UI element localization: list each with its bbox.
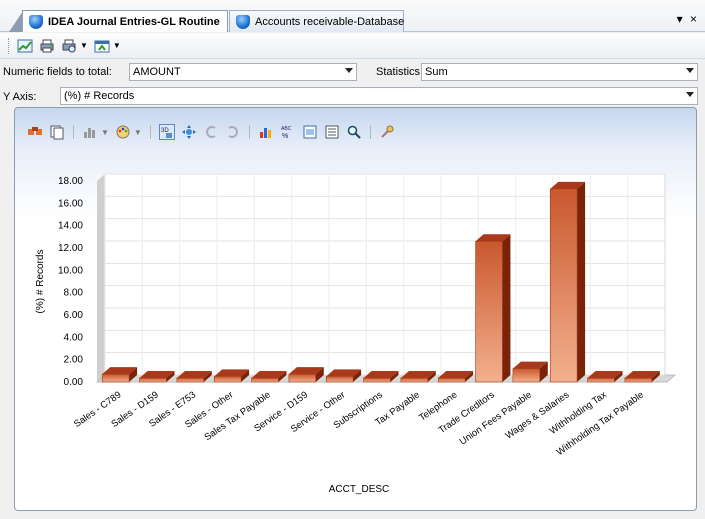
- numeric-fields-label: Numeric fields to total:: [3, 66, 112, 78]
- database-icon: [236, 14, 250, 29]
- y-tick-label: 8.00: [64, 288, 84, 299]
- bar: [437, 377, 466, 383]
- print-preview-icon[interactable]: [61, 38, 77, 54]
- tab-label: IDEA Journal Entries-GL Routine: [48, 15, 220, 28]
- y-tick-label: 10.00: [58, 265, 83, 276]
- y-tick-label: 4.00: [64, 332, 84, 343]
- y-tick-label: 14.00: [58, 221, 83, 232]
- y-axis-select[interactable]: (%) # Records: [60, 87, 698, 105]
- bar-side: [577, 181, 586, 382]
- chevron-down-icon[interactable]: ▼: [80, 41, 88, 50]
- x-tick-label: Sales Tax Payable: [203, 389, 273, 443]
- bar: [325, 376, 354, 383]
- bar: [288, 373, 317, 383]
- left-wall: [97, 174, 105, 382]
- chart-grid: [95, 173, 677, 383]
- statistics-label: Statistics:: [376, 66, 424, 78]
- numeric-fields-select[interactable]: AMOUNT: [129, 63, 357, 81]
- x-axis-ticks: Sales - C789Sales - D159Sales - E753Sale…: [72, 389, 646, 458]
- bar-side: [502, 234, 511, 382]
- document-tab-strip: IDEA Journal Entries-GL Routine Accounts…: [0, 0, 705, 32]
- bar: [101, 373, 130, 383]
- bar: [139, 377, 167, 383]
- print-icon[interactable]: [39, 38, 55, 54]
- y-axis-label: Y Axis:: [3, 91, 37, 103]
- numeric-fields-value: AMOUNT: [133, 66, 181, 78]
- x-axis-title: ACCT_DESC: [329, 484, 390, 495]
- toolbar: ▼ ▼: [0, 33, 705, 59]
- chevron-down-icon: [345, 68, 353, 73]
- close-icon[interactable]: ×: [690, 12, 699, 26]
- chart-panel: ▼ ▼ 3D ABC% 0.00 2.00 4.00 6.00 8.00 10.00 12.…: [14, 107, 697, 511]
- statistics-select[interactable]: Sum: [421, 63, 698, 81]
- statistics-value: Sum: [425, 66, 448, 78]
- y-axis-value: (%) # Records: [64, 90, 135, 102]
- chart-icon[interactable]: [17, 38, 33, 54]
- bar: [549, 188, 578, 383]
- y-axis-title: (%) # Records: [35, 250, 46, 314]
- y-tick-label: 0.00: [64, 377, 84, 388]
- tab-accounts-receivable[interactable]: Accounts receivable-Database: [229, 10, 404, 32]
- tab-idea-journal-entries[interactable]: IDEA Journal Entries-GL Routine: [9, 10, 228, 32]
- y-tick-label: 16.00: [58, 198, 83, 209]
- tab-menu-icon[interactable]: ▾: [677, 12, 685, 26]
- bar: [475, 241, 503, 383]
- bar: [512, 368, 541, 383]
- y-tick-label: 6.00: [64, 310, 84, 321]
- chevron-down-icon: [686, 68, 694, 73]
- y-tick-label: 18.00: [58, 176, 83, 187]
- chevron-down-icon[interactable]: ▼: [113, 41, 121, 50]
- database-icon: [29, 14, 43, 29]
- chevron-down-icon: [686, 92, 694, 97]
- export-icon[interactable]: [94, 38, 110, 54]
- bar: [363, 377, 391, 383]
- bar: [587, 377, 615, 383]
- y-tick-label: 12.00: [58, 243, 83, 254]
- bar: [213, 376, 242, 383]
- y-tick-label: 2.00: [64, 355, 84, 366]
- tab-label: Accounts receivable-Database: [255, 15, 405, 28]
- bar: [624, 377, 653, 383]
- bar: [400, 377, 429, 383]
- y-axis-ticks: 0.00 2.00 4.00 6.00 8.00 10.00 12.00 14.00 16.00…: [58, 176, 83, 388]
- tab-controls: ▾ ×: [677, 12, 699, 26]
- bar-chart: 0.00 2.00 4.00 6.00 8.00 10.00 12.00 14.00 16.00…: [35, 173, 677, 495]
- toolbar-grip[interactable]: [8, 37, 11, 54]
- x-tick-label: Wages & Salaries: [504, 389, 572, 441]
- bar: [176, 377, 205, 383]
- bar: [251, 377, 279, 383]
